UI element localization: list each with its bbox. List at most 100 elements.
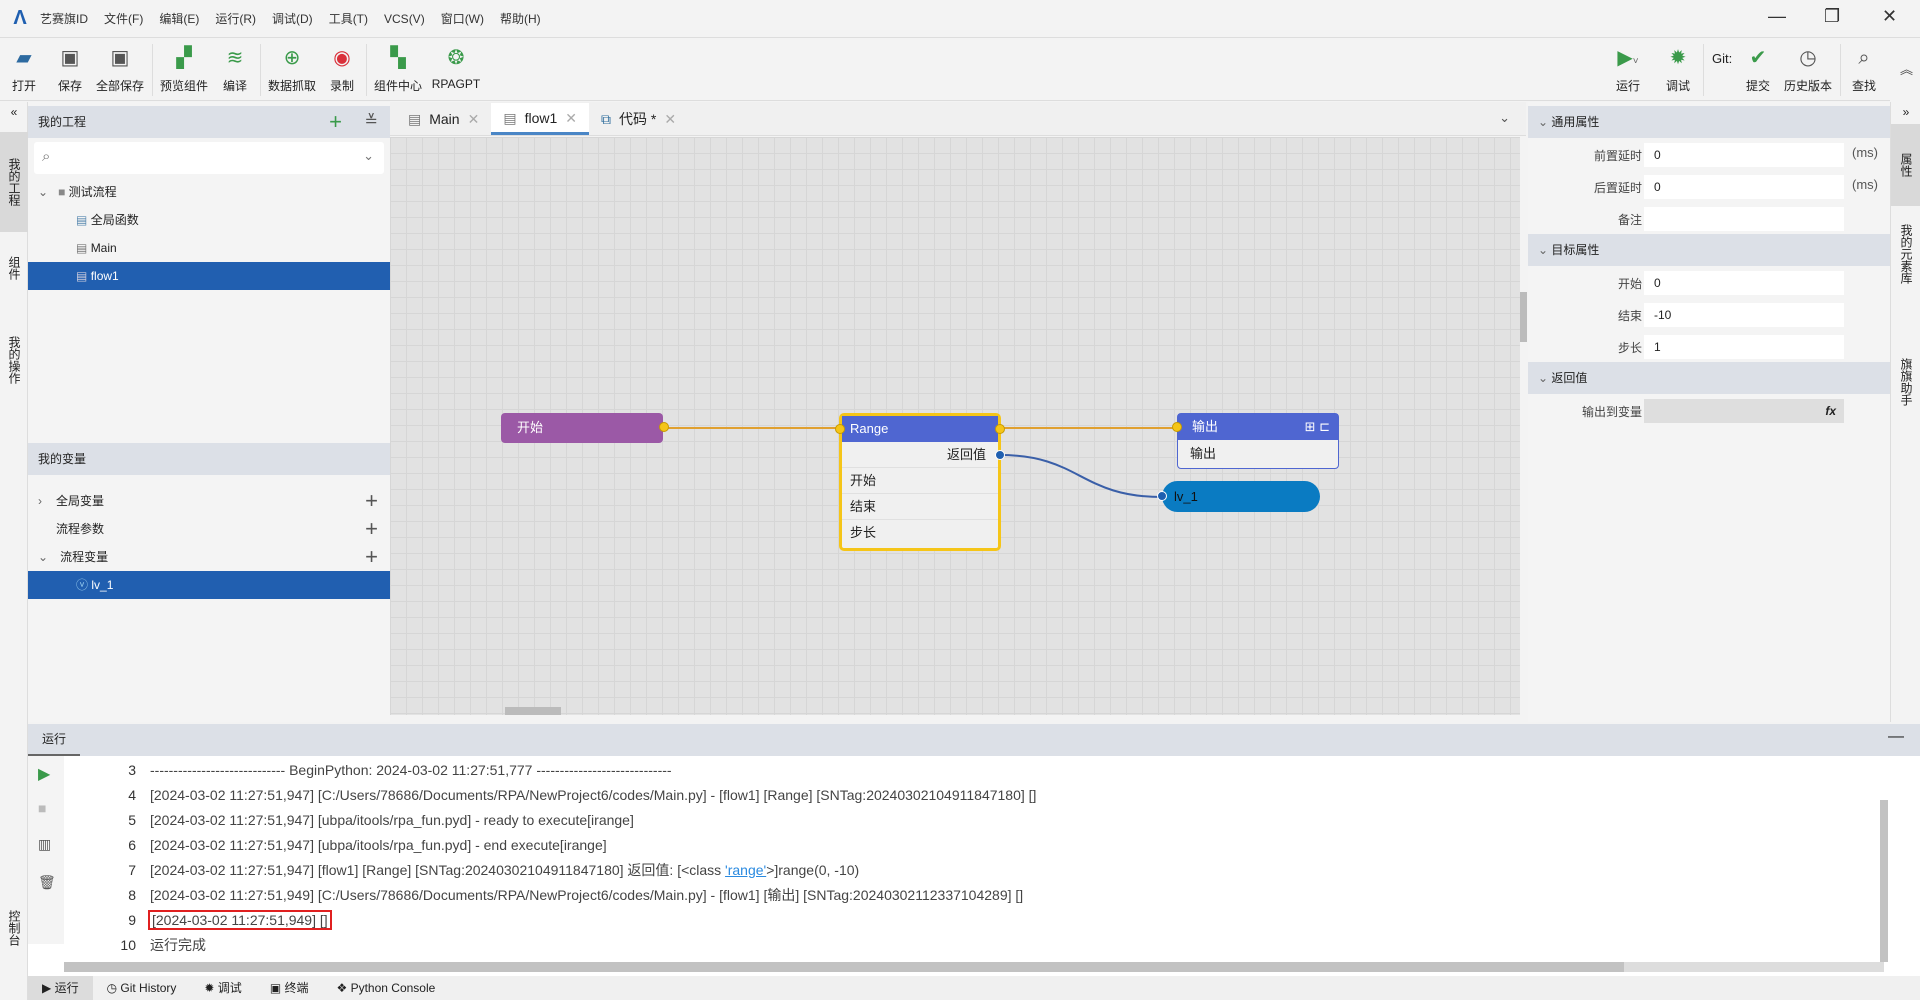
compile-button[interactable]: ≋ 编译 xyxy=(218,45,252,94)
tab-my-project[interactable]: 我的工程 xyxy=(0,132,28,232)
var-group-global[interactable]: › 全局变量 + xyxy=(28,487,390,515)
collapse-all-icon[interactable]: ≚ xyxy=(365,106,378,138)
open-button[interactable]: ▰ 打开 xyxy=(8,45,40,94)
flow-canvas[interactable]: 开始 Range 返回值 开始 结束 步长 输出 ⊞ ⊏ 输出 lv_1 xyxy=(390,137,1520,715)
data-capture-button[interactable]: ⊕ 数据抓取 xyxy=(266,45,318,94)
close-button[interactable]: ✕ xyxy=(1882,6,1897,27)
vertical-scrollbar[interactable] xyxy=(1520,292,1527,342)
post-delay-input[interactable]: 0 xyxy=(1644,175,1844,199)
console-line-highlighted: 9 [2024-03-02 11:27:51,949] [] xyxy=(128,910,332,930)
collapse-left-icon[interactable]: « xyxy=(0,102,28,120)
var-group-flow[interactable]: ⌄ 流程变量 + xyxy=(28,543,390,571)
general-props-header[interactable]: ⌄ 通用属性 xyxy=(1528,106,1890,138)
minimize-panel-icon[interactable]: — xyxy=(1888,728,1904,746)
tree-item-main[interactable]: ▤ Main xyxy=(28,234,390,262)
restore-button[interactable]: ❐ xyxy=(1824,6,1840,27)
collapse-right-icon[interactable]: » xyxy=(1891,102,1920,120)
bottom-tab-debug[interactable]: ✹ 调试 xyxy=(190,976,255,1000)
menu-vcs[interactable]: VCS(V) xyxy=(384,12,425,26)
add-icon[interactable]: + xyxy=(365,487,378,515)
fx-icon[interactable]: fx xyxy=(1825,399,1836,423)
tab-my-operations[interactable]: 我的操作 xyxy=(0,328,28,392)
add-icon[interactable]: + xyxy=(329,106,342,138)
range-node[interactable]: Range 返回值 开始 结束 步长 xyxy=(835,413,1005,551)
console-horizontal-scrollbar[interactable] xyxy=(64,962,1884,972)
tab-flow1[interactable]: ▤ flow1 ✕ xyxy=(491,103,589,135)
save-button[interactable]: ▣ 保存 xyxy=(54,45,86,94)
bottom-tab-git-history[interactable]: ◷ Git History xyxy=(93,976,191,1000)
compile-icon: ≋ xyxy=(226,47,244,69)
start-node[interactable]: 开始 xyxy=(501,413,669,443)
return-props-header[interactable]: ⌄ 返回值 xyxy=(1528,362,1890,394)
return-port[interactable] xyxy=(995,450,1005,460)
variable-node-lv1[interactable]: lv_1 xyxy=(1157,481,1320,512)
bottom-tab-python-console[interactable]: ❖ Python Console xyxy=(323,976,450,1000)
menu-window[interactable]: 窗口(W) xyxy=(441,10,484,27)
var-group-params[interactable]: 流程参数 + xyxy=(28,515,390,543)
input-port[interactable] xyxy=(1157,491,1167,501)
debug-button[interactable]: ✹ 调试 xyxy=(1662,45,1694,94)
end-input[interactable]: -10 xyxy=(1644,303,1844,327)
tab-properties[interactable]: 属性 xyxy=(1891,124,1920,206)
tree-folder[interactable]: ⌄ ■ 测试流程 xyxy=(28,178,390,206)
trash-icon[interactable]: 🗑 xyxy=(38,874,56,891)
save-all-button[interactable]: ▣ 全部保存 xyxy=(94,45,146,94)
tab-element-library[interactable]: 我的元素库 xyxy=(1891,214,1920,294)
var-item-lv1[interactable]: ⓥ lv_1 xyxy=(28,571,390,599)
menu-edit[interactable]: 编辑(E) xyxy=(159,10,199,27)
commit-button[interactable]: ✔ 提交 xyxy=(1742,45,1774,94)
add-icon[interactable]: + xyxy=(365,543,378,571)
input-port[interactable] xyxy=(1172,422,1182,432)
tab-code[interactable]: ⧉ 代码 * ✕ xyxy=(589,103,688,135)
menu-run[interactable]: 运行(R) xyxy=(215,10,256,27)
save-icon: ▣ xyxy=(60,47,80,69)
add-icon[interactable]: + xyxy=(365,515,378,543)
input-port[interactable] xyxy=(835,424,845,434)
tab-console[interactable]: 控制台 xyxy=(0,902,28,954)
menu-help[interactable]: 帮助(H) xyxy=(500,10,541,27)
menu-debug[interactable]: 调试(D) xyxy=(272,10,313,27)
flow-file-icon: ▤ xyxy=(76,241,88,255)
close-tab-icon[interactable]: ✕ xyxy=(565,103,577,133)
tabs-dropdown-icon[interactable]: ⌄ xyxy=(1499,110,1510,126)
tab-main[interactable]: ▤ Main ✕ xyxy=(396,103,491,135)
record-button[interactable]: ◉ 录制 xyxy=(326,45,358,94)
close-tab-icon[interactable]: ✕ xyxy=(468,104,480,134)
chevron-down-icon[interactable]: ⌄ xyxy=(363,148,374,164)
step-input[interactable]: 1 xyxy=(1644,335,1844,359)
output-variable-input[interactable]: fx xyxy=(1644,399,1844,423)
history-button[interactable]: ◷ 历史版本 xyxy=(1782,45,1834,94)
output-port[interactable] xyxy=(995,424,1005,434)
play-icon[interactable]: ▶ xyxy=(38,764,50,784)
menu-tools[interactable]: 工具(T) xyxy=(329,10,368,27)
tab-assistant[interactable]: 旗旗助手 xyxy=(1891,348,1920,416)
run-button[interactable]: ▶˅ 运行 xyxy=(1608,45,1648,94)
project-search-input[interactable]: ⌕ ⌄ xyxy=(34,142,384,174)
minimize-button[interactable]: — xyxy=(1768,6,1786,27)
collapse-toolbar-icon[interactable]: ︽ xyxy=(1900,59,1913,78)
note-input[interactable] xyxy=(1644,207,1844,231)
print-icon[interactable]: ▥ xyxy=(38,836,51,853)
pre-delay-input[interactable]: 0 xyxy=(1644,143,1844,167)
range-class-link[interactable]: 'range' xyxy=(725,862,766,878)
start-input[interactable]: 0 xyxy=(1644,271,1844,295)
preview-components-button[interactable]: ▞ 预览组件 xyxy=(158,45,210,94)
menu-file[interactable]: 文件(F) xyxy=(104,10,143,27)
tree-item-global-functions[interactable]: ▤ 全局函数 xyxy=(28,206,390,234)
target-props-header[interactable]: ⌄ 目标属性 xyxy=(1528,234,1890,266)
tree-item-flow1[interactable]: ▤ flow1 xyxy=(28,262,390,290)
component-center-button[interactable]: ▚ 组件中心 xyxy=(372,45,424,94)
find-button[interactable]: ⌕ 查找 xyxy=(1848,45,1880,94)
bottom-tab-run[interactable]: ▶ 运行 xyxy=(28,976,93,1000)
menu-app[interactable]: 艺赛旗ID xyxy=(40,10,88,27)
output-node[interactable]: 输出 ⊞ ⊏ 输出 xyxy=(1172,413,1339,469)
rpagpt-button[interactable]: ❂ RPAGPT xyxy=(430,45,482,91)
console-vertical-scrollbar[interactable] xyxy=(1880,800,1888,962)
close-tab-icon[interactable]: ✕ xyxy=(664,104,676,134)
tab-components[interactable]: 组件 xyxy=(0,248,28,288)
bottom-tab-terminal[interactable]: ▣ 终端 xyxy=(256,976,323,1000)
node-action-icons[interactable]: ⊞ ⊏ xyxy=(1305,414,1330,440)
stop-icon[interactable]: ■ xyxy=(38,800,46,816)
horizontal-scrollbar[interactable] xyxy=(505,707,561,715)
output-port[interactable] xyxy=(659,422,669,432)
